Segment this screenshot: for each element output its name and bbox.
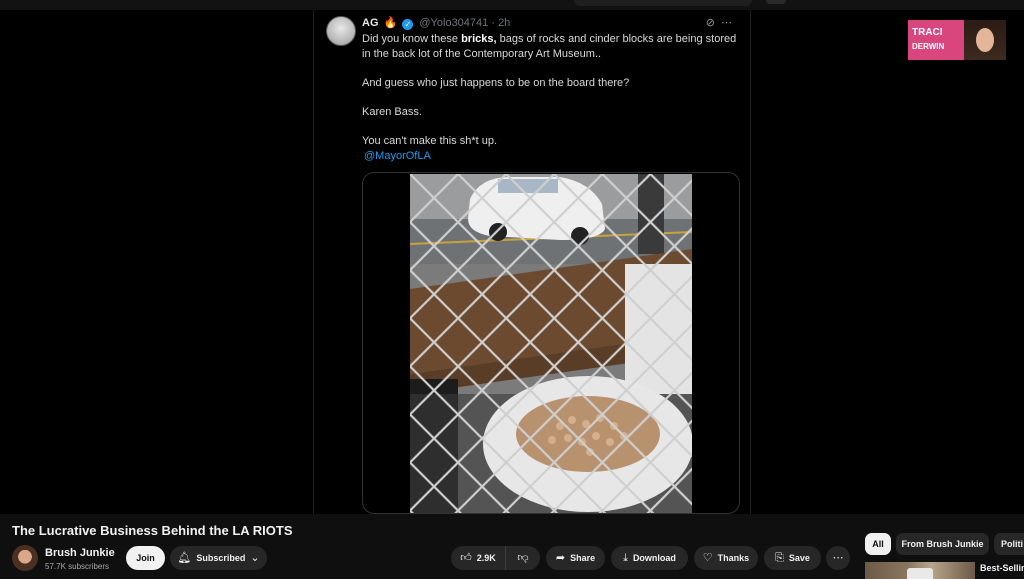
tweet-text: Did you know these bricks, bags of rocks… [362,32,742,163]
grok-icon: ⊘ [705,17,721,29]
thanks-label: Thanks [717,553,750,563]
share-label: Share [570,553,596,563]
recommended-video-title[interactable]: Best-Sellin [980,563,1024,573]
subscribed-label: Subscribed [196,553,246,563]
tweet-line-1: Did you know these bricks, bags of rocks… [362,33,737,60]
download-icon: ⤓ [623,551,628,564]
presenter-portrait [964,20,1006,60]
subscriber-count: 57.7K subscribers [45,562,110,571]
chain-link-fence-photo [410,174,692,513]
pip-line-1: TRACI [912,27,943,38]
fire-emoji: 🔥 [383,17,398,29]
more-actions-button[interactable]: ⋯ [826,546,850,570]
thumbs-down-icon: 👎︎ [517,551,529,564]
join-button[interactable]: Join [126,546,165,570]
top-bar [0,0,1024,10]
video-player[interactable]: AG 🔥 ✓ @Yolo304741 · 2h ⊘⋯ Did you know … [0,10,1024,514]
search-bar-edge[interactable] [574,0,752,6]
tweet-media-card [362,172,740,514]
like-button[interactable]: 👍︎ 2.9K [451,546,505,570]
thanks-button[interactable]: ♡ Thanks [694,546,758,570]
tweet-mention: @MayorOfLA [364,150,431,162]
tweet-header: AG 🔥 ✓ @Yolo304741 · 2h [362,16,510,30]
tweet-author-name: AG [362,17,379,29]
subscribed-button[interactable]: 🔔︎ Subscribed ⌄ [170,546,267,570]
tweet-screenshot: AG 🔥 ✓ @Yolo304741 · 2h ⊘⋯ Did you know … [313,10,751,514]
pip-channel-banner: TRACI DERWIN [908,20,1006,60]
dislike-button[interactable]: 👎︎ [505,546,540,570]
tweet-avatar [326,16,356,46]
tweet-handle: @Yolo304741 [419,17,489,29]
tweet-line-3: Karen Bass. [362,106,422,118]
share-button[interactable]: ➦ Share [546,546,605,570]
header-button-edge[interactable] [766,0,786,4]
verified-icon: ✓ [402,19,414,30]
recommended-video-thumbnail[interactable] [865,562,975,579]
share-icon: ➦ [555,551,566,564]
pip-line-2: DERWIN [912,42,945,51]
download-button[interactable]: ⤓ Download [611,546,688,570]
thumbs-up-icon: 👍︎ [460,551,472,564]
heart-dollar-icon: ♡ [702,551,713,564]
tweet-line-4: You can't make this sh*t up. [362,135,497,147]
bookmark-icon: ⎘ [775,551,784,564]
fence-photo-illustration [410,174,692,513]
chevron-down-icon: ⌄ [250,551,260,564]
chip-from-channel[interactable]: From Brush Junkie [896,533,989,555]
tweet-line-2: And guess who just happens to be on the … [362,77,630,89]
save-label: Save [788,553,810,563]
save-button[interactable]: ⎘ Save [764,546,821,570]
tweet-time: · 2h [491,17,511,29]
more-icon: ⋯ [832,551,844,564]
tweet-icons: ⊘⋯ [706,16,738,29]
download-label: Download [632,553,676,563]
video-title: The Lucrative Business Behind the LA RIO… [12,523,293,538]
more-icon: ⋯ [721,17,738,29]
like-count: 2.9K [476,553,496,563]
channel-name[interactable]: Brush Junkie [45,547,115,559]
chip-all[interactable]: All [865,533,891,555]
chip-politics[interactable]: Politi [994,533,1024,555]
channel-avatar[interactable] [12,545,38,571]
bell-icon: 🔔︎ [177,551,192,564]
